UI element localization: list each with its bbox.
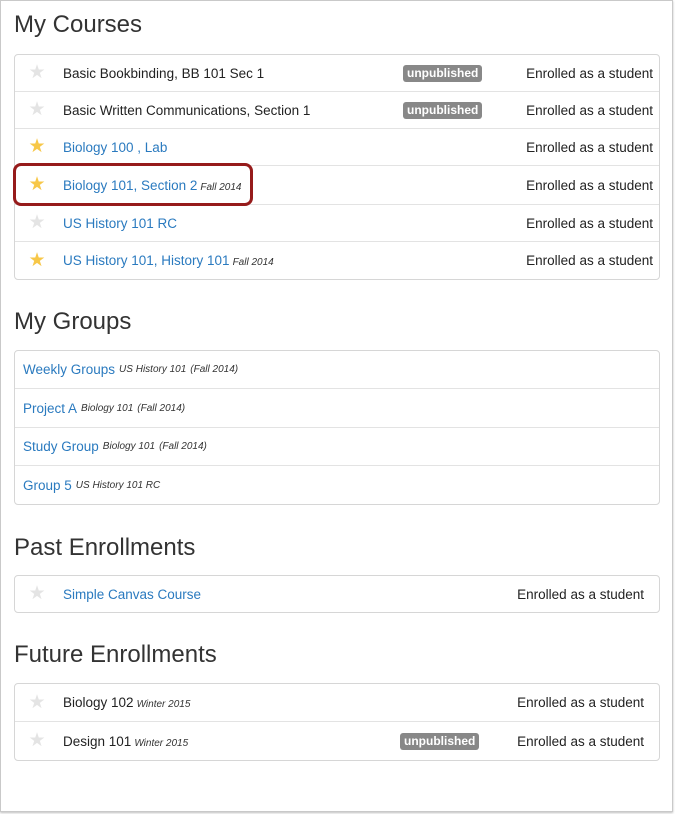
course-name-group: Biology 102 Winter 2015: [63, 695, 190, 710]
star-icon[interactable]: ★: [27, 731, 47, 751]
enrollment-status: Enrolled as a student: [526, 215, 653, 231]
past-enrollments-panel: ★ Simple Canvas Course Enrolled as a stu…: [14, 575, 660, 613]
group-row: Group 5 US History 101 RC: [15, 466, 659, 504]
course-name-group: Design 101 Winter 2015: [63, 734, 188, 749]
course-name: Design 101: [63, 733, 132, 749]
course-row: ★ Design 101 Winter 2015 unpublished Enro…: [15, 722, 659, 760]
group-link[interactable]: Group 5: [23, 478, 72, 493]
star-icon[interactable]: ★: [27, 213, 47, 233]
course-name-group: US History 101, History 101 Fall 2014: [63, 253, 274, 268]
group-term: (Fall 2014): [159, 441, 207, 452]
course-row: ★ Biology 100 , Lab Enrolled as a studen…: [15, 129, 659, 166]
future-enrollments-panel: ★ Biology 102 Winter 2015 Enrolled as a s…: [14, 683, 660, 761]
past-enrollments-heading: Past Enrollments: [14, 534, 196, 561]
course-term: Fall 2014: [232, 257, 274, 268]
group-course: US History 101: [119, 364, 187, 375]
course-row: ★ Biology 101, Section 2 Fall 2014 Enroll…: [15, 166, 659, 205]
star-icon[interactable]: ★: [27, 63, 47, 83]
group-row: Project A Biology 101 (Fall 2014): [15, 389, 659, 428]
star-icon[interactable]: ★: [27, 100, 47, 120]
course-row: ★ Biology 102 Winter 2015 Enrolled as a s…: [15, 684, 659, 722]
enrollment-status: Enrolled as a student: [526, 253, 653, 268]
course-row: ★ Basic Bookbinding, BB 101 Sec 1 unpubl…: [15, 55, 659, 92]
group-link[interactable]: Study Group: [23, 439, 99, 454]
my-courses-panel: ★ Basic Bookbinding, BB 101 Sec 1 unpubl…: [14, 54, 660, 280]
my-groups-heading: My Groups: [14, 308, 132, 335]
course-row: ★ Simple Canvas Course Enrolled as a stu…: [15, 576, 659, 612]
group-term: (Fall 2014): [137, 402, 186, 414]
course-row: ★ US History 101, History 101 Fall 2014 E…: [15, 242, 659, 279]
enrollment-status: Enrolled as a student: [526, 102, 653, 118]
course-name-group: Biology 101, Section 2 Fall 2014: [63, 178, 241, 193]
star-icon[interactable]: ★: [27, 175, 47, 195]
group-course: US History 101 RC: [75, 479, 161, 491]
course-row: ★ US History 101 RC Enrolled as a studen…: [15, 205, 659, 242]
unpublished-badge: unpublished: [400, 732, 480, 750]
star-icon[interactable]: ★: [27, 250, 47, 271]
course-name: Biology 102: [63, 695, 134, 710]
course-term: Winter 2015: [134, 737, 189, 749]
star-icon[interactable]: ★: [27, 137, 47, 157]
course-name: Basic Written Communications, Section 1: [63, 102, 311, 118]
course-term: Fall 2014: [200, 181, 242, 193]
course-link[interactable]: Simple Canvas Course: [63, 587, 201, 602]
course-link[interactable]: US History 101, History 101: [63, 253, 230, 268]
course-link[interactable]: Biology 101, Section 2: [63, 178, 197, 193]
enrollment-status: Enrolled as a student: [526, 65, 653, 81]
course-name: Basic Bookbinding, BB 101 Sec 1: [63, 65, 265, 81]
group-link[interactable]: Weekly Groups: [23, 362, 115, 377]
course-term: Winter 2015: [136, 699, 191, 710]
group-link[interactable]: Project A: [23, 401, 77, 416]
my-courses-heading: My Courses: [14, 11, 143, 38]
group-row: Weekly Groups US History 101 (Fall 2014): [15, 351, 659, 389]
enrollment-status: Enrolled as a student: [517, 695, 644, 710]
group-course: Biology 101: [81, 402, 134, 414]
star-icon[interactable]: ★: [27, 584, 47, 604]
course-row: ★ Basic Written Communications, Section …: [15, 92, 659, 129]
unpublished-badge: unpublished: [403, 64, 483, 82]
future-enrollments-heading: Future Enrollments: [14, 641, 217, 668]
enrollment-status: Enrolled as a student: [517, 733, 644, 749]
page-frame: My Courses ★ Basic Bookbinding, BB 101 S…: [0, 0, 673, 812]
enrollment-status: Enrolled as a student: [526, 177, 653, 193]
group-course: Biology 101: [102, 441, 156, 452]
my-groups-panel: Weekly Groups US History 101 (Fall 2014)…: [14, 350, 660, 505]
group-term: (Fall 2014): [190, 364, 239, 375]
course-link[interactable]: US History 101 RC: [63, 216, 177, 231]
course-link[interactable]: Biology 100 , Lab: [63, 140, 167, 155]
enrollment-status: Enrolled as a student: [517, 586, 644, 602]
enrollment-status: Enrolled as a student: [526, 139, 653, 155]
group-row: Study Group Biology 101 (Fall 2014): [15, 428, 659, 466]
star-icon[interactable]: ★: [27, 692, 47, 713]
unpublished-badge: unpublished: [403, 101, 483, 119]
